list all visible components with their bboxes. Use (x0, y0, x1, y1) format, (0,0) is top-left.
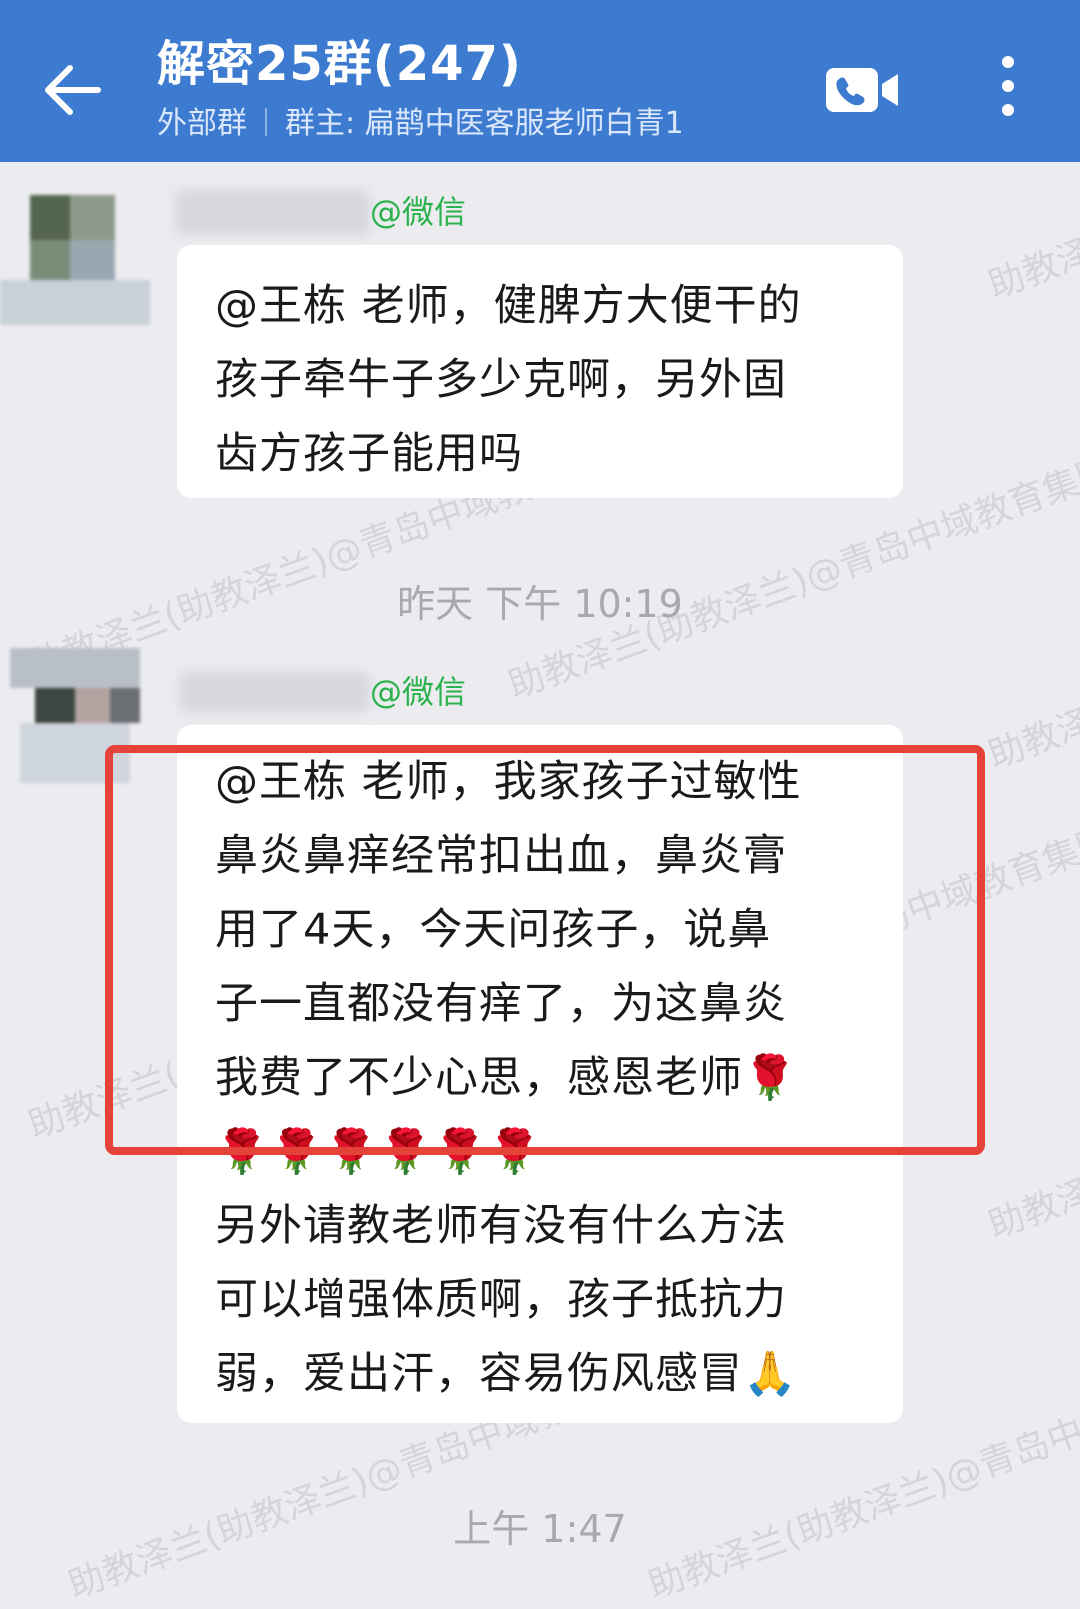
more-vertical-icon[interactable] (994, 56, 1022, 126)
message-bubble[interactable]: @王栋 老师，健脾方大便干的 孩子牵牛子多少克啊，另外固 齿方孩子能用吗 (177, 245, 903, 498)
message-line: 弱，爱出汗，容易伤风感冒🙏 (215, 1349, 798, 1399)
sender-name-blurred (180, 672, 370, 712)
timestamp: 上午 1:47 (453, 1507, 627, 1551)
group-title: 解密25群(247) (157, 36, 522, 92)
chat-header: 解密25群(247) 外部群 群主: 扁鹊中医客服老师白青1 (0, 0, 1080, 162)
message-line: 孩子牵牛子多少克啊，另外固 (215, 355, 787, 405)
divider (265, 108, 267, 136)
timestamp: 昨天 下午 10:19 (397, 582, 683, 626)
watermark: 助教泽兰(助教泽兰)@青岛中域教育集团 (983, 989, 1080, 1247)
message-line: @王栋 老师，健脾方大便干的 (215, 281, 802, 331)
watermark: 助教泽兰(助教泽兰)@青岛中域教育集团 (983, 519, 1080, 777)
voice-video-call-icon[interactable] (822, 64, 902, 116)
avatar[interactable] (0, 185, 150, 335)
message-line: 可以增强体质啊，孩子抵抗力 (215, 1275, 787, 1325)
group-subtitle: 外部群 群主: 扁鹊中医客服老师白青1 (157, 108, 684, 139)
group-type: 外部群 (157, 106, 247, 141)
sender-name: @微信 (370, 673, 467, 711)
back-arrow-icon[interactable] (40, 60, 104, 120)
highlight-box (105, 745, 985, 1155)
group-owner: 群主: 扁鹊中医客服老师白青1 (285, 106, 684, 141)
message-line: 另外请教老师有没有什么方法 (215, 1201, 787, 1251)
sender-name: @微信 (370, 193, 467, 231)
message-line: 齿方孩子能用吗 (215, 429, 523, 479)
sender-name-blurred (175, 190, 370, 235)
